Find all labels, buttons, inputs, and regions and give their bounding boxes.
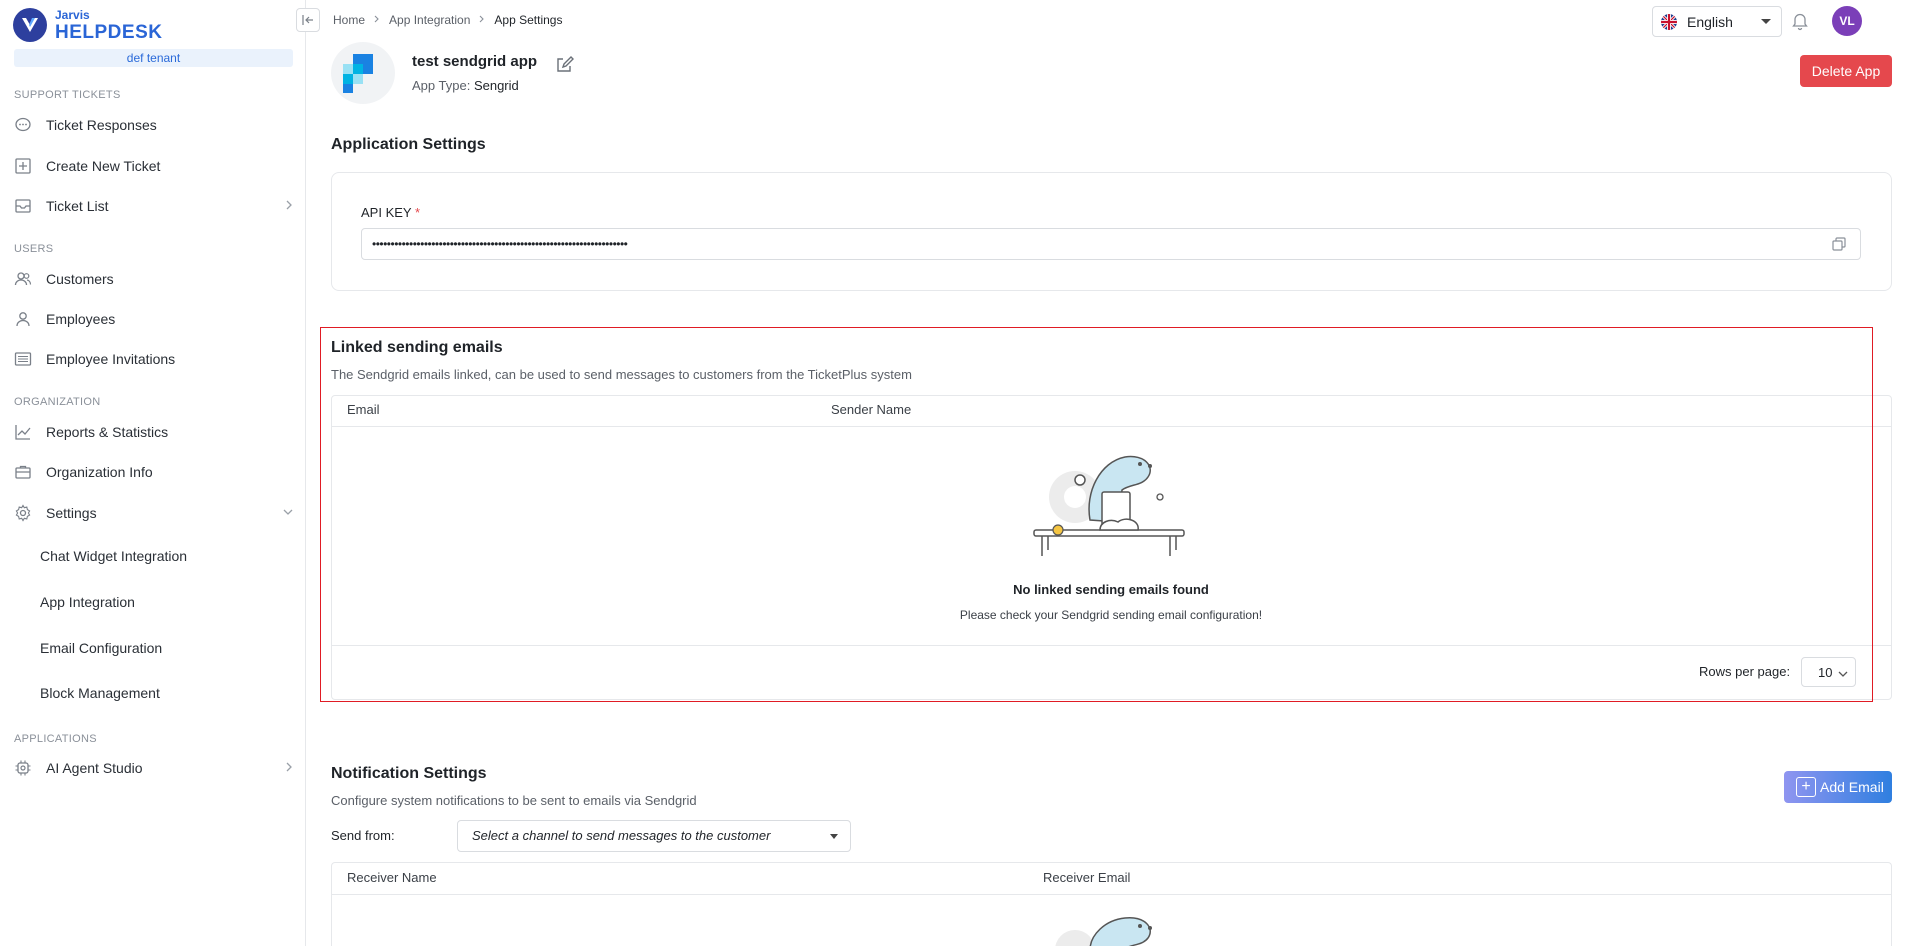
breadcrumb-current: App Settings xyxy=(494,13,563,27)
empty-state-illustration xyxy=(1055,917,1152,946)
collapse-sidebar-button[interactable] xyxy=(296,8,320,32)
app-type: App Type: Sengrid xyxy=(412,78,519,93)
sidebar-item-ticket-responses[interactable]: Ticket Responses xyxy=(0,109,305,141)
app-type-label: App Type: xyxy=(412,78,471,93)
brand-logo[interactable]: Jarvis HELPDESK xyxy=(13,8,162,42)
breadcrumb-home[interactable]: Home xyxy=(333,13,365,27)
language-label: English xyxy=(1687,13,1733,30)
breadcrumb-separator-icon xyxy=(478,13,486,27)
sidebar-subitem-chat-widget[interactable]: Chat Widget Integration xyxy=(40,548,187,564)
sidebar-item-label: Reports & Statistics xyxy=(46,424,169,440)
chevron-right-icon xyxy=(283,760,295,777)
caret-down-icon xyxy=(830,834,838,839)
breadcrumb-separator-icon xyxy=(373,13,381,27)
channel-placeholder: Select a channel to send messages to the… xyxy=(472,828,771,843)
gear-icon xyxy=(13,503,33,523)
add-email-label: Add Email xyxy=(1820,779,1884,795)
sidebar-item-create-ticket[interactable]: Create New Ticket xyxy=(0,150,305,182)
api-key-input[interactable]: ••••••••••••••••••••••••••••••••••••••••… xyxy=(361,228,1861,260)
bell-icon[interactable] xyxy=(1791,11,1809,36)
channel-select[interactable]: Select a channel to send messages to the… xyxy=(457,820,851,852)
app-type-value: Sengrid xyxy=(473,78,519,93)
plus-icon: + xyxy=(1796,777,1816,797)
tenant-badge[interactable]: def tenant xyxy=(14,49,293,67)
sidebar-subitem-email-config[interactable]: Email Configuration xyxy=(40,640,162,656)
chevron-right-icon xyxy=(283,198,295,215)
edit-icon[interactable] xyxy=(555,55,575,80)
inbox-icon xyxy=(13,196,33,216)
sidebar-item-label: Ticket List xyxy=(46,198,109,214)
delete-app-button[interactable]: Delete App xyxy=(1800,55,1892,87)
sidebar-item-settings[interactable]: Settings xyxy=(0,497,305,529)
section-users: USERS xyxy=(14,243,54,255)
list-icon xyxy=(13,349,33,369)
logo-v-icon xyxy=(13,8,47,42)
sidebar-subitem-app-integration[interactable]: App Integration xyxy=(40,594,135,610)
sidebar-item-ai-agent[interactable]: AI Agent Studio xyxy=(0,752,305,784)
sidebar-item-label: Employees xyxy=(46,311,116,327)
sidebar-item-reports[interactable]: Reports & Statistics xyxy=(0,416,305,448)
users-icon xyxy=(13,269,33,289)
sidebar-item-customers[interactable]: Customers xyxy=(0,263,305,295)
sendgrid-logo-icon xyxy=(343,54,373,93)
table-header-divider xyxy=(332,894,1891,895)
sidebar-item-label: Create New Ticket xyxy=(46,158,161,174)
breadcrumb-app-integration[interactable]: App Integration xyxy=(389,13,470,27)
plus-square-icon xyxy=(13,156,33,176)
application-settings-title: Application Settings xyxy=(331,136,486,153)
column-header-receiver-name[interactable]: Receiver Name xyxy=(347,870,437,885)
sidebar-item-employee-invitations[interactable]: Employee Invitations xyxy=(0,343,305,375)
app-root: Jarvis HELPDESK def tenant SUPPORT TICKE… xyxy=(0,0,1917,946)
app-logo xyxy=(331,42,395,104)
required-mark: * xyxy=(414,205,421,220)
sidebar: Jarvis HELPDESK def tenant SUPPORT TICKE… xyxy=(0,0,306,946)
caret-down-icon xyxy=(1761,19,1771,24)
briefcase-icon xyxy=(13,462,33,482)
chevron-down-icon xyxy=(281,505,295,521)
breadcrumb: Home App Integration App Settings xyxy=(333,13,562,27)
sidebar-item-org-info[interactable]: Organization Info xyxy=(0,456,305,488)
section-applications: APPLICATIONS xyxy=(14,733,97,745)
line-chart-icon xyxy=(13,422,33,442)
chat-bubble-icon xyxy=(13,115,33,135)
language-select[interactable]: English xyxy=(1652,6,1782,37)
section-support: SUPPORT TICKETS xyxy=(14,89,121,101)
copy-icon[interactable] xyxy=(1831,236,1847,257)
column-header-receiver-email[interactable]: Receiver Email xyxy=(1043,870,1130,885)
sidebar-item-label: AI Agent Studio xyxy=(46,760,143,776)
highlight-frame xyxy=(320,327,1873,702)
sidebar-item-label: Ticket Responses xyxy=(46,117,157,133)
sidebar-item-employees[interactable]: Employees xyxy=(0,303,305,335)
uk-flag-icon xyxy=(1661,13,1677,30)
user-icon xyxy=(13,309,33,329)
app-name: test sendgrid app xyxy=(412,53,538,70)
sidebar-item-label: Employee Invitations xyxy=(46,351,176,367)
sidebar-item-ticket-list[interactable]: Ticket List xyxy=(0,190,305,222)
sidebar-subitem-block-mgmt[interactable]: Block Management xyxy=(40,685,160,701)
chip-icon xyxy=(13,758,33,778)
brand-big: HELPDESK xyxy=(55,21,163,43)
sidebar-item-label: Organization Info xyxy=(46,464,153,480)
api-key-label-text: API KEY xyxy=(361,205,412,220)
collapse-left-icon xyxy=(302,15,313,25)
sidebar-item-label: Customers xyxy=(46,271,114,287)
notification-settings-description: Configure system notifications to be sen… xyxy=(331,793,697,808)
section-organization: ORGANIZATION xyxy=(14,396,101,408)
brand-small: Jarvis xyxy=(55,7,90,22)
sidebar-item-label: Settings xyxy=(46,505,97,521)
api-key-label: API KEY * xyxy=(361,205,420,220)
notification-settings-title: Notification Settings xyxy=(331,765,487,782)
send-from-label: Send from: xyxy=(331,828,395,843)
avatar[interactable]: VL xyxy=(1832,6,1862,36)
add-email-button[interactable]: + Add Email xyxy=(1784,771,1892,803)
